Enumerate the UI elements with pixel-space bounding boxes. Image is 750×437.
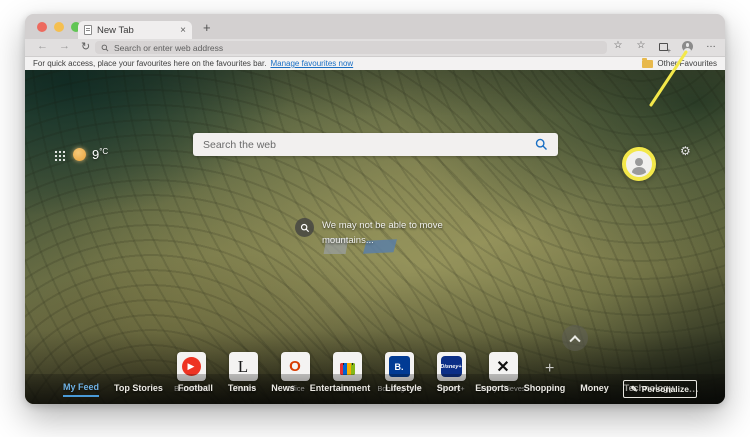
weather-widget[interactable]: 9°C bbox=[92, 147, 108, 162]
personalize-button[interactable]: ✎ Personalize bbox=[623, 380, 697, 398]
favorites-icon[interactable]: ☆ bbox=[634, 40, 648, 51]
caption-zoom-icon[interactable] bbox=[295, 218, 314, 237]
address-bar[interactable] bbox=[95, 41, 607, 54]
search-icon bbox=[101, 44, 109, 52]
feed-tab-entertainment[interactable]: Entertainment bbox=[310, 383, 371, 396]
avatar-person-icon bbox=[628, 153, 650, 175]
folder-icon bbox=[642, 60, 653, 68]
office-icon: O bbox=[289, 358, 301, 375]
page-settings-icon[interactable]: ⚙ bbox=[680, 144, 691, 158]
feed-tab-tennis[interactable]: Tennis bbox=[228, 383, 256, 396]
page-favicon bbox=[84, 25, 92, 35]
feed-bar: My Feed Top Stories Football Tennis News… bbox=[25, 374, 725, 404]
feed-nav: My Feed Top Stories Football Tennis News… bbox=[63, 382, 700, 397]
background-image: 9°C ⚙ bbox=[25, 70, 725, 404]
caption-line1: We may not be able to move bbox=[322, 218, 443, 233]
chevron-up-icon bbox=[569, 335, 580, 346]
personalize-label: Personalize bbox=[642, 384, 689, 394]
profile-button[interactable] bbox=[682, 41, 693, 52]
web-search-input[interactable] bbox=[203, 139, 535, 151]
other-favourites[interactable]: Other Favourites bbox=[642, 59, 717, 68]
callout-line bbox=[25, 14, 725, 404]
feed-tab-football[interactable]: Football bbox=[178, 383, 213, 396]
more-menu-button[interactable]: … bbox=[706, 39, 717, 50]
feed-tab-top-stories[interactable]: Top Stories bbox=[114, 383, 163, 396]
close-window-button[interactable] bbox=[37, 22, 47, 32]
back-button[interactable]: ← bbox=[37, 40, 48, 52]
tab-title: New Tab bbox=[97, 25, 175, 36]
weather-sun-icon bbox=[73, 148, 86, 161]
collections-icon[interactable] bbox=[659, 43, 668, 51]
forward-button[interactable]: → bbox=[59, 40, 70, 52]
search-submit-icon[interactable] bbox=[535, 138, 548, 151]
pencil-icon: ✎ bbox=[631, 384, 638, 395]
window-controls bbox=[37, 22, 81, 32]
favourites-message: For quick access, place your favourites … bbox=[33, 59, 266, 68]
ebay-icon bbox=[340, 363, 355, 375]
caption-line2: mountains... bbox=[322, 233, 443, 248]
feed-tab-money[interactable]: Money bbox=[580, 383, 609, 396]
tab-new-tab[interactable]: New Tab × bbox=[78, 21, 192, 39]
image-caption: We may not be able to move mountains... bbox=[295, 218, 443, 248]
minimize-window-button[interactable] bbox=[54, 22, 64, 32]
browser-window: New Tab × + ← → ↻ ☆ ☆ … For quick access… bbox=[25, 14, 725, 404]
new-tab-button[interactable]: + bbox=[203, 20, 211, 35]
highlighted-avatar[interactable] bbox=[622, 147, 656, 181]
feed-tab-esports[interactable]: Esports bbox=[475, 383, 509, 396]
favourites-bar: For quick access, place your favourites … bbox=[25, 56, 725, 70]
feed-tab-sport[interactable]: Sport bbox=[437, 383, 461, 396]
toolbar: ← → ↻ ☆ ☆ … bbox=[25, 39, 725, 56]
feed-tab-news[interactable]: News bbox=[271, 383, 295, 396]
tab-strip: New Tab × + bbox=[25, 14, 725, 39]
close-tab-icon[interactable]: × bbox=[180, 25, 186, 36]
web-search-bar[interactable] bbox=[193, 133, 558, 156]
temperature-unit: °C bbox=[99, 147, 108, 156]
favorites-settings-icon[interactable]: ☆ bbox=[611, 40, 625, 51]
feed-tab-shopping[interactable]: Shopping bbox=[524, 383, 566, 396]
refresh-button[interactable]: ↻ bbox=[81, 40, 90, 53]
app-launcher-icon[interactable] bbox=[54, 150, 65, 161]
address-input[interactable] bbox=[114, 43, 601, 53]
other-favourites-label: Other Favourites bbox=[657, 59, 717, 68]
feed-tab-my-feed[interactable]: My Feed bbox=[63, 382, 99, 397]
feed-tab-lifestyle[interactable]: Lifestyle bbox=[385, 383, 422, 396]
manage-favourites-link[interactable]: Manage favourites now bbox=[270, 59, 353, 68]
collapse-feed-button[interactable] bbox=[562, 325, 588, 351]
